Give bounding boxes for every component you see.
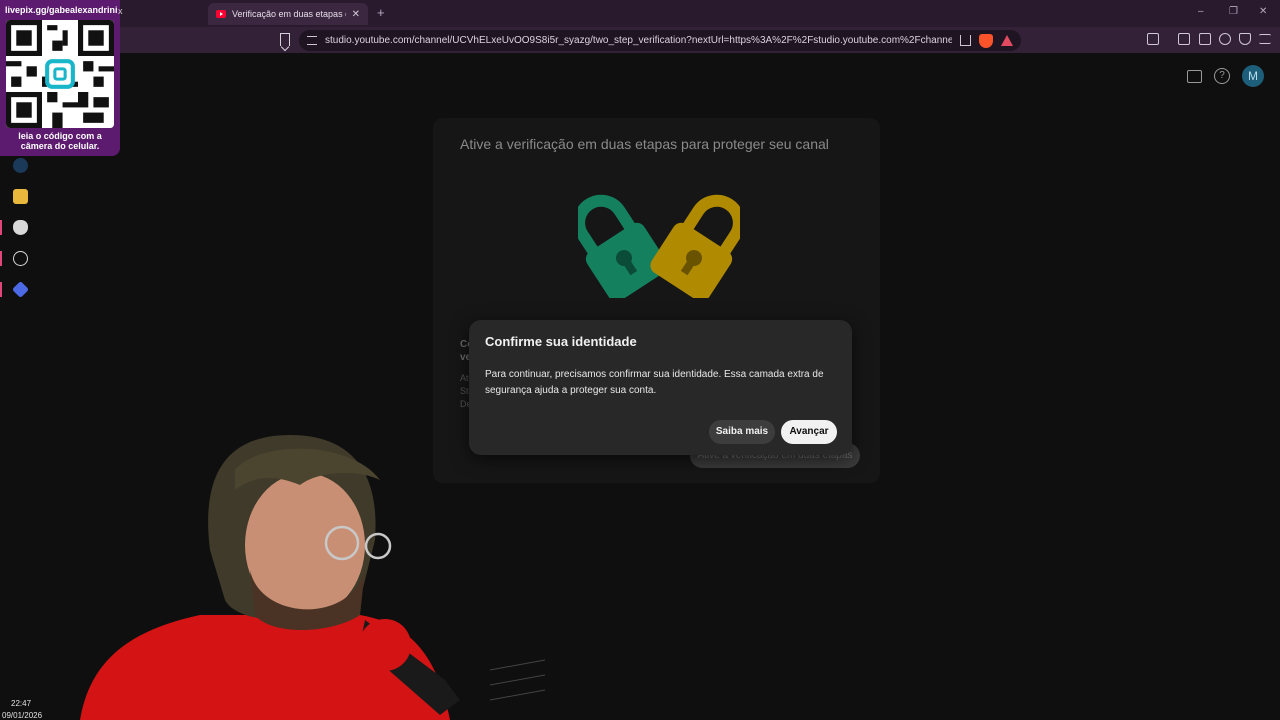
qr-caption: leia o código com a câmera do celular. bbox=[18, 131, 102, 151]
next-button[interactable]: Avançar bbox=[781, 420, 837, 444]
leo-ai-icon[interactable] bbox=[1147, 33, 1159, 45]
close-window-button[interactable]: ✕ bbox=[1259, 6, 1267, 17]
sidebar-icon[interactable] bbox=[1178, 33, 1190, 45]
tab-close-icon[interactable]: ✕ bbox=[352, 9, 360, 20]
wallet-icon[interactable] bbox=[1199, 33, 1211, 45]
active-app-marker bbox=[0, 282, 2, 297]
brave-rewards-icon[interactable] bbox=[1001, 35, 1013, 46]
clock-time: 22:47 bbox=[11, 699, 32, 708]
qr-code-icon bbox=[6, 20, 114, 128]
vpn-shield-icon[interactable] bbox=[1239, 33, 1251, 45]
address-bar[interactable]: studio.youtube.com/channel/UCVhELxeUvOO9… bbox=[299, 30, 1021, 51]
help-icon[interactable]: ? bbox=[1214, 68, 1230, 84]
minimize-button[interactable]: – bbox=[1198, 6, 1204, 17]
file-explorer-icon[interactable] bbox=[13, 189, 28, 204]
tab-title: Verificação em duas etapas do c bbox=[232, 9, 346, 19]
active-app-marker bbox=[0, 251, 2, 266]
restore-button[interactable]: ❐ bbox=[1229, 6, 1238, 17]
clock-date: 09/01/2026 bbox=[2, 711, 43, 720]
share-icon[interactable] bbox=[960, 35, 971, 46]
site-info-icon[interactable] bbox=[307, 36, 317, 45]
menu-icon[interactable] bbox=[1259, 34, 1271, 44]
browser-toolbar: studio.youtube.com/channel/UCVhELxeUvOO9… bbox=[0, 27, 1280, 53]
overlay-close-icon[interactable]: x bbox=[118, 6, 123, 16]
padlocks-illustration bbox=[578, 194, 740, 298]
bookmark-icon[interactable] bbox=[280, 33, 290, 46]
new-tab-button[interactable]: + bbox=[377, 5, 385, 20]
browser-tab[interactable]: Verificação em duas etapas do c ✕ bbox=[208, 3, 368, 25]
feedback-icon[interactable] bbox=[1187, 69, 1202, 83]
sparkle-icon[interactable] bbox=[1219, 33, 1231, 45]
avatar[interactable]: M bbox=[1242, 65, 1264, 87]
browser-titlebar: Verificação em duas etapas do c ✕ + – ❐ … bbox=[0, 0, 1280, 27]
livepix-handle: livepix.gg/gabealexandrini bbox=[5, 5, 118, 15]
webcam-streamer-overlay bbox=[80, 435, 545, 720]
card-title: Ative a verificação em duas etapas para … bbox=[460, 136, 829, 152]
learn-more-button[interactable]: Saiba mais bbox=[709, 420, 775, 444]
dialog-body: Para continuar, precisamos confirmar sua… bbox=[485, 369, 824, 396]
system-clock: 22:47 09/01/2026 bbox=[2, 698, 42, 720]
active-app-marker bbox=[0, 220, 2, 235]
dialog-title: Confirme sua identidade bbox=[485, 334, 637, 349]
brave-shields-icon[interactable] bbox=[979, 33, 993, 48]
youtube-favicon-icon bbox=[216, 10, 226, 18]
shield-app-icon[interactable] bbox=[13, 220, 28, 235]
steam-icon[interactable] bbox=[13, 158, 28, 173]
speedtest-icon[interactable] bbox=[13, 251, 28, 266]
livepix-qr-overlay: livepix.gg/gabealexandrini leia o código… bbox=[0, 0, 120, 156]
url-text[interactable]: studio.youtube.com/channel/UCVhELxeUvOO9… bbox=[325, 35, 952, 46]
studio-header-actions: ? M bbox=[1187, 65, 1264, 87]
